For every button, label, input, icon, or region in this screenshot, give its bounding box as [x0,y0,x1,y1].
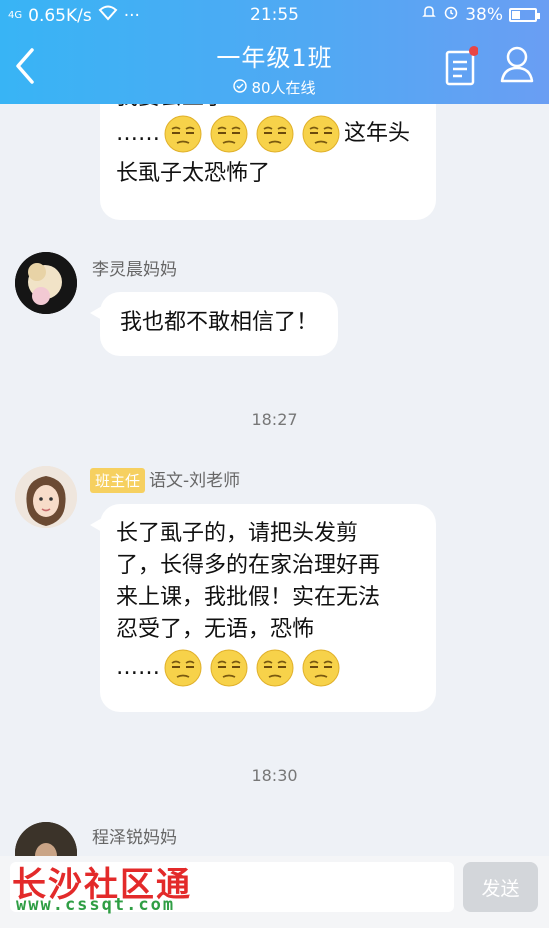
avatar[interactable] [15,466,77,528]
message-emoji-line: …… [116,648,420,688]
bell-icon [421,4,437,25]
group-members-icon[interactable] [498,44,538,84]
message-text: 我也都不敢相信了！ [120,310,319,335]
battery-percent: 38% [465,4,503,25]
unamused-emoji-icon [209,114,249,154]
sender-name: 李灵晨妈妈 [92,260,177,280]
message-text: 了，长得多的在家治理好再 [116,553,381,578]
unamused-emoji-icon [163,114,203,154]
online-count: 80人在线 [233,77,316,98]
avatar[interactable] [15,252,77,314]
unamused-emoji-icon [209,648,249,688]
unamused-emoji-icon [301,114,341,154]
message-text: 这年头 [344,121,411,146]
ellipsis-text: …… [116,655,160,680]
message-text: 来上课，我批假！实在无法 [116,585,381,610]
chat-header: 4G 0.65K/s ··· 21:55 38% 一年级1班 80人在线 [0,0,549,104]
status-right: 38% [421,4,540,25]
notification-dot [469,46,479,56]
sender-name-row: 班主任 语文-刘老师 [90,466,240,493]
check-circle-icon [233,78,248,97]
avatar[interactable] [15,822,77,856]
message-text: 我要会上了 [116,104,420,114]
alarm-icon [443,4,459,25]
message-text: 忍受了，无语，恐怖 [116,617,315,642]
role-badge: 班主任 [90,468,146,493]
online-count-label: 80人在线 [251,79,316,97]
ellipsis-text: …… [116,121,160,146]
watermark-url: www.cssqt.com [16,895,176,915]
chat-area[interactable]: 我要会上了 …… 这年头 长虱子太恐怖了 李灵晨妈妈 我也都不敢相信了！ 18:2… [0,104,549,856]
message-emoji-line: …… 这年头 [116,114,420,158]
sender-name: 程泽锐妈妈 [92,828,177,848]
message-bubble: 我要会上了 …… 这年头 长虱子太恐怖了 [100,104,436,220]
message-text: 长了虱子的，请把头发剪 [116,521,359,546]
unamused-emoji-icon [163,648,203,688]
message-bubble: 我也都不敢相信了！ [89,292,339,356]
timestamp: 18:30 [251,766,298,785]
sender-name: 语文-刘老师 [149,471,241,491]
notice-icon[interactable] [444,46,479,86]
send-button[interactable]: 发送 [463,862,538,912]
status-bar: 4G 0.65K/s ··· 21:55 38% [0,0,549,30]
message-bubble: 长了虱子的，请把头发剪 了，长得多的在家治理好再 来上课，我批假！实在无法 忍受… [90,504,436,712]
battery-icon [509,7,540,22]
unamused-emoji-icon [255,648,295,688]
timestamp: 18:27 [251,410,298,429]
unamused-emoji-icon [255,114,295,154]
message-text: 长虱子太恐怖了 [116,161,271,186]
unamused-emoji-icon [301,648,341,688]
